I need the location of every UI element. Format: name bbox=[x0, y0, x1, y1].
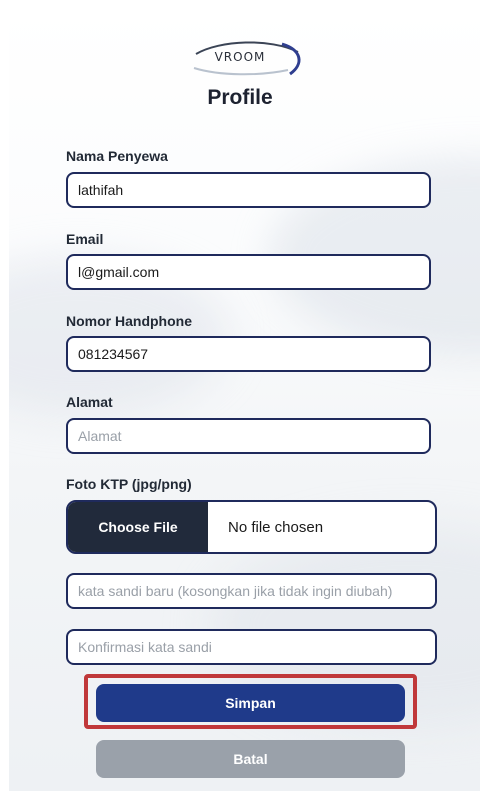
phone-input[interactable]: 081234567 bbox=[66, 336, 431, 372]
vroom-logo: VROOM bbox=[190, 36, 305, 84]
ktp-label: Foto KTP (jpg/png) bbox=[66, 476, 192, 492]
ktp-file-input[interactable]: Choose File No file chosen bbox=[66, 500, 437, 554]
cancel-button[interactable]: Batal bbox=[96, 740, 405, 778]
logo-text: VROOM bbox=[214, 50, 266, 64]
email-label: Email bbox=[66, 231, 104, 247]
nama-label: Nama Penyewa bbox=[66, 148, 168, 164]
confirm-password-input[interactable]: Konfirmasi kata sandi bbox=[66, 629, 437, 665]
alamat-input[interactable]: Alamat bbox=[66, 418, 431, 454]
save-button[interactable]: Simpan bbox=[96, 684, 405, 722]
choose-file-button[interactable]: Choose File bbox=[68, 502, 208, 552]
nama-input[interactable]: lathifah bbox=[66, 172, 431, 208]
phone-label: Nomor Handphone bbox=[66, 313, 192, 329]
page-title: Profile bbox=[207, 86, 273, 109]
email-input[interactable]: l@gmail.com bbox=[66, 254, 431, 290]
file-status: No file chosen bbox=[228, 518, 324, 536]
new-password-input[interactable]: kata sandi baru (kosongkan jika tidak in… bbox=[66, 573, 437, 609]
alamat-label: Alamat bbox=[66, 394, 113, 410]
